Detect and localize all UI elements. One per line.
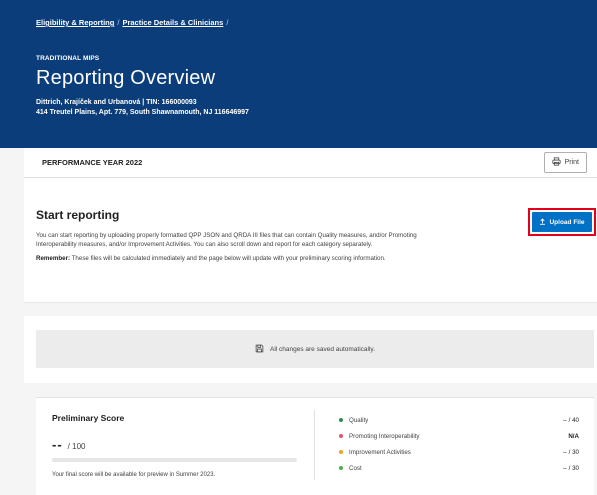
start-reporting-note: Remember: These files will be calculated… — [36, 255, 431, 264]
category-list: Quality -- / 40 Promoting Interoperabili… — [339, 412, 579, 476]
improvement-activities-dot-icon — [339, 450, 343, 454]
quality-dot-icon — [339, 418, 343, 422]
score-number: -- — [52, 437, 63, 452]
performance-year-bar: PERFORMANCE YEAR 2022 Print — [24, 148, 597, 178]
category-value: -- / 40 — [562, 416, 579, 424]
breadcrumb-eligibility-link[interactable]: Eligibility & Reporting — [36, 18, 114, 27]
breadcrumb: Eligibility & Reporting / Practice Detai… — [36, 18, 561, 27]
category-row-promoting-interoperability: Promoting Interoperability N/A — [339, 428, 579, 444]
start-reporting-description: You can start reporting by uploading pro… — [36, 232, 417, 248]
breadcrumb-separator: / — [117, 18, 120, 27]
page-title: Reporting Overview — [36, 67, 216, 89]
cost-dot-icon — [339, 466, 343, 470]
program-label: TRADITIONAL MIPS — [36, 55, 100, 62]
category-value: N/A — [568, 432, 579, 440]
score-denominator: / 100 — [67, 442, 86, 451]
category-improvement-activities: Improvement Activities — [339, 449, 411, 456]
print-button[interactable]: Print — [543, 152, 587, 173]
practice-name: Dittrich, Krajíček and Urbanová | TIN: 1… — [36, 99, 197, 106]
score-progress-bar — [52, 458, 297, 462]
score-summary: Preliminary Score -- / 100 Your final sc… — [52, 413, 297, 478]
category-row-improvement-activities: Improvement Activities -- / 30 — [339, 444, 579, 460]
start-reporting-card: Start reporting You can start reporting … — [24, 178, 597, 303]
autosave-text: All changes are saved automatically. — [269, 345, 376, 353]
practice-address: 414 Treutel Plains, Apt. 779, South Shaw… — [36, 109, 249, 116]
upload-icon — [539, 217, 546, 227]
upload-file-highlight: Upload File — [528, 208, 596, 236]
note-text: These files will be calculated immediate… — [71, 255, 386, 262]
category-cost: Cost — [339, 465, 362, 472]
category-value: -- / 30 — [562, 464, 579, 472]
category-name: Cost — [349, 464, 362, 472]
save-disk-icon — [255, 344, 264, 355]
category-name: Improvement Activities — [349, 448, 411, 456]
breadcrumb-practice-details-link[interactable]: Practice Details & Clinicians — [122, 18, 223, 27]
category-row-quality: Quality -- / 40 — [339, 412, 579, 428]
upload-file-button[interactable]: Upload File — [532, 212, 592, 232]
score-value: -- / 100 — [52, 437, 297, 452]
page-header: Eligibility & Reporting / Practice Detai… — [0, 0, 597, 148]
category-row-cost: Cost -- / 30 — [339, 460, 579, 476]
start-reporting-title: Start reporting — [36, 208, 120, 222]
printer-icon — [552, 157, 561, 168]
preliminary-score-card: Preliminary Score -- / 100 Your final sc… — [36, 397, 594, 495]
autosave-banner: All changes are saved automatically. — [36, 330, 594, 368]
category-value: -- / 30 — [562, 448, 579, 456]
category-quality: Quality — [339, 417, 368, 424]
preliminary-score-title: Preliminary Score — [52, 413, 125, 423]
print-label: Print — [564, 159, 579, 166]
upload-file-label: Upload File — [549, 218, 585, 226]
score-footnote: Your final score will be available for p… — [52, 472, 216, 478]
promoting-interoperability-dot-icon — [339, 434, 343, 438]
breadcrumb-separator: / — [226, 18, 229, 27]
performance-year-label: PERFORMANCE YEAR 2022 — [42, 158, 143, 167]
category-promoting-interoperability: Promoting Interoperability — [339, 433, 420, 440]
note-label: Remember: — [36, 255, 71, 262]
category-name: Promoting Interoperability — [349, 432, 420, 440]
score-divider — [314, 410, 315, 480]
category-name: Quality — [349, 416, 369, 424]
